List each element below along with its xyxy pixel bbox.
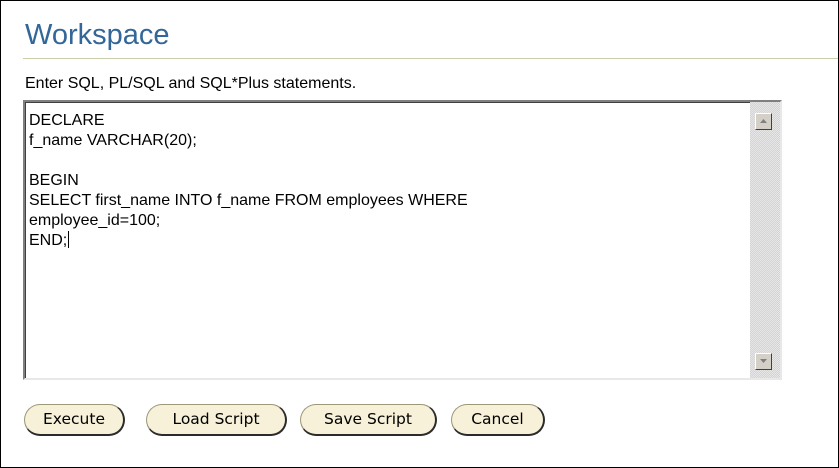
sql-code-text: DECLARE f_name VARCHAR(20); BEGIN SELECT… bbox=[29, 112, 468, 249]
sql-editor[interactable]: DECLARE f_name VARCHAR(20); BEGIN SELECT… bbox=[23, 100, 782, 380]
scroll-up-button[interactable] bbox=[755, 113, 772, 130]
load-script-button[interactable]: Load Script bbox=[146, 404, 287, 436]
text-caret bbox=[68, 231, 70, 248]
title-divider bbox=[23, 58, 838, 59]
vertical-scrollbar[interactable] bbox=[750, 102, 780, 378]
scroll-up-arrow-icon bbox=[760, 119, 767, 123]
sql-editor-frame: DECLARE f_name VARCHAR(20); BEGIN SELECT… bbox=[25, 102, 780, 378]
instructions-text: Enter SQL, PL/SQL and SQL*Plus statement… bbox=[25, 75, 357, 92]
page-title: Workspace bbox=[25, 19, 170, 51]
cancel-button[interactable]: Cancel bbox=[451, 404, 545, 436]
scroll-down-button[interactable] bbox=[755, 353, 772, 370]
execute-button[interactable]: Execute bbox=[24, 404, 125, 436]
scroll-down-arrow-icon bbox=[760, 359, 767, 363]
save-script-button[interactable]: Save Script bbox=[300, 404, 437, 436]
sql-editor-content[interactable]: DECLARE f_name VARCHAR(20); BEGIN SELECT… bbox=[29, 111, 749, 251]
workspace-panel: Workspace Enter SQL, PL/SQL and SQL*Plus… bbox=[0, 0, 839, 468]
